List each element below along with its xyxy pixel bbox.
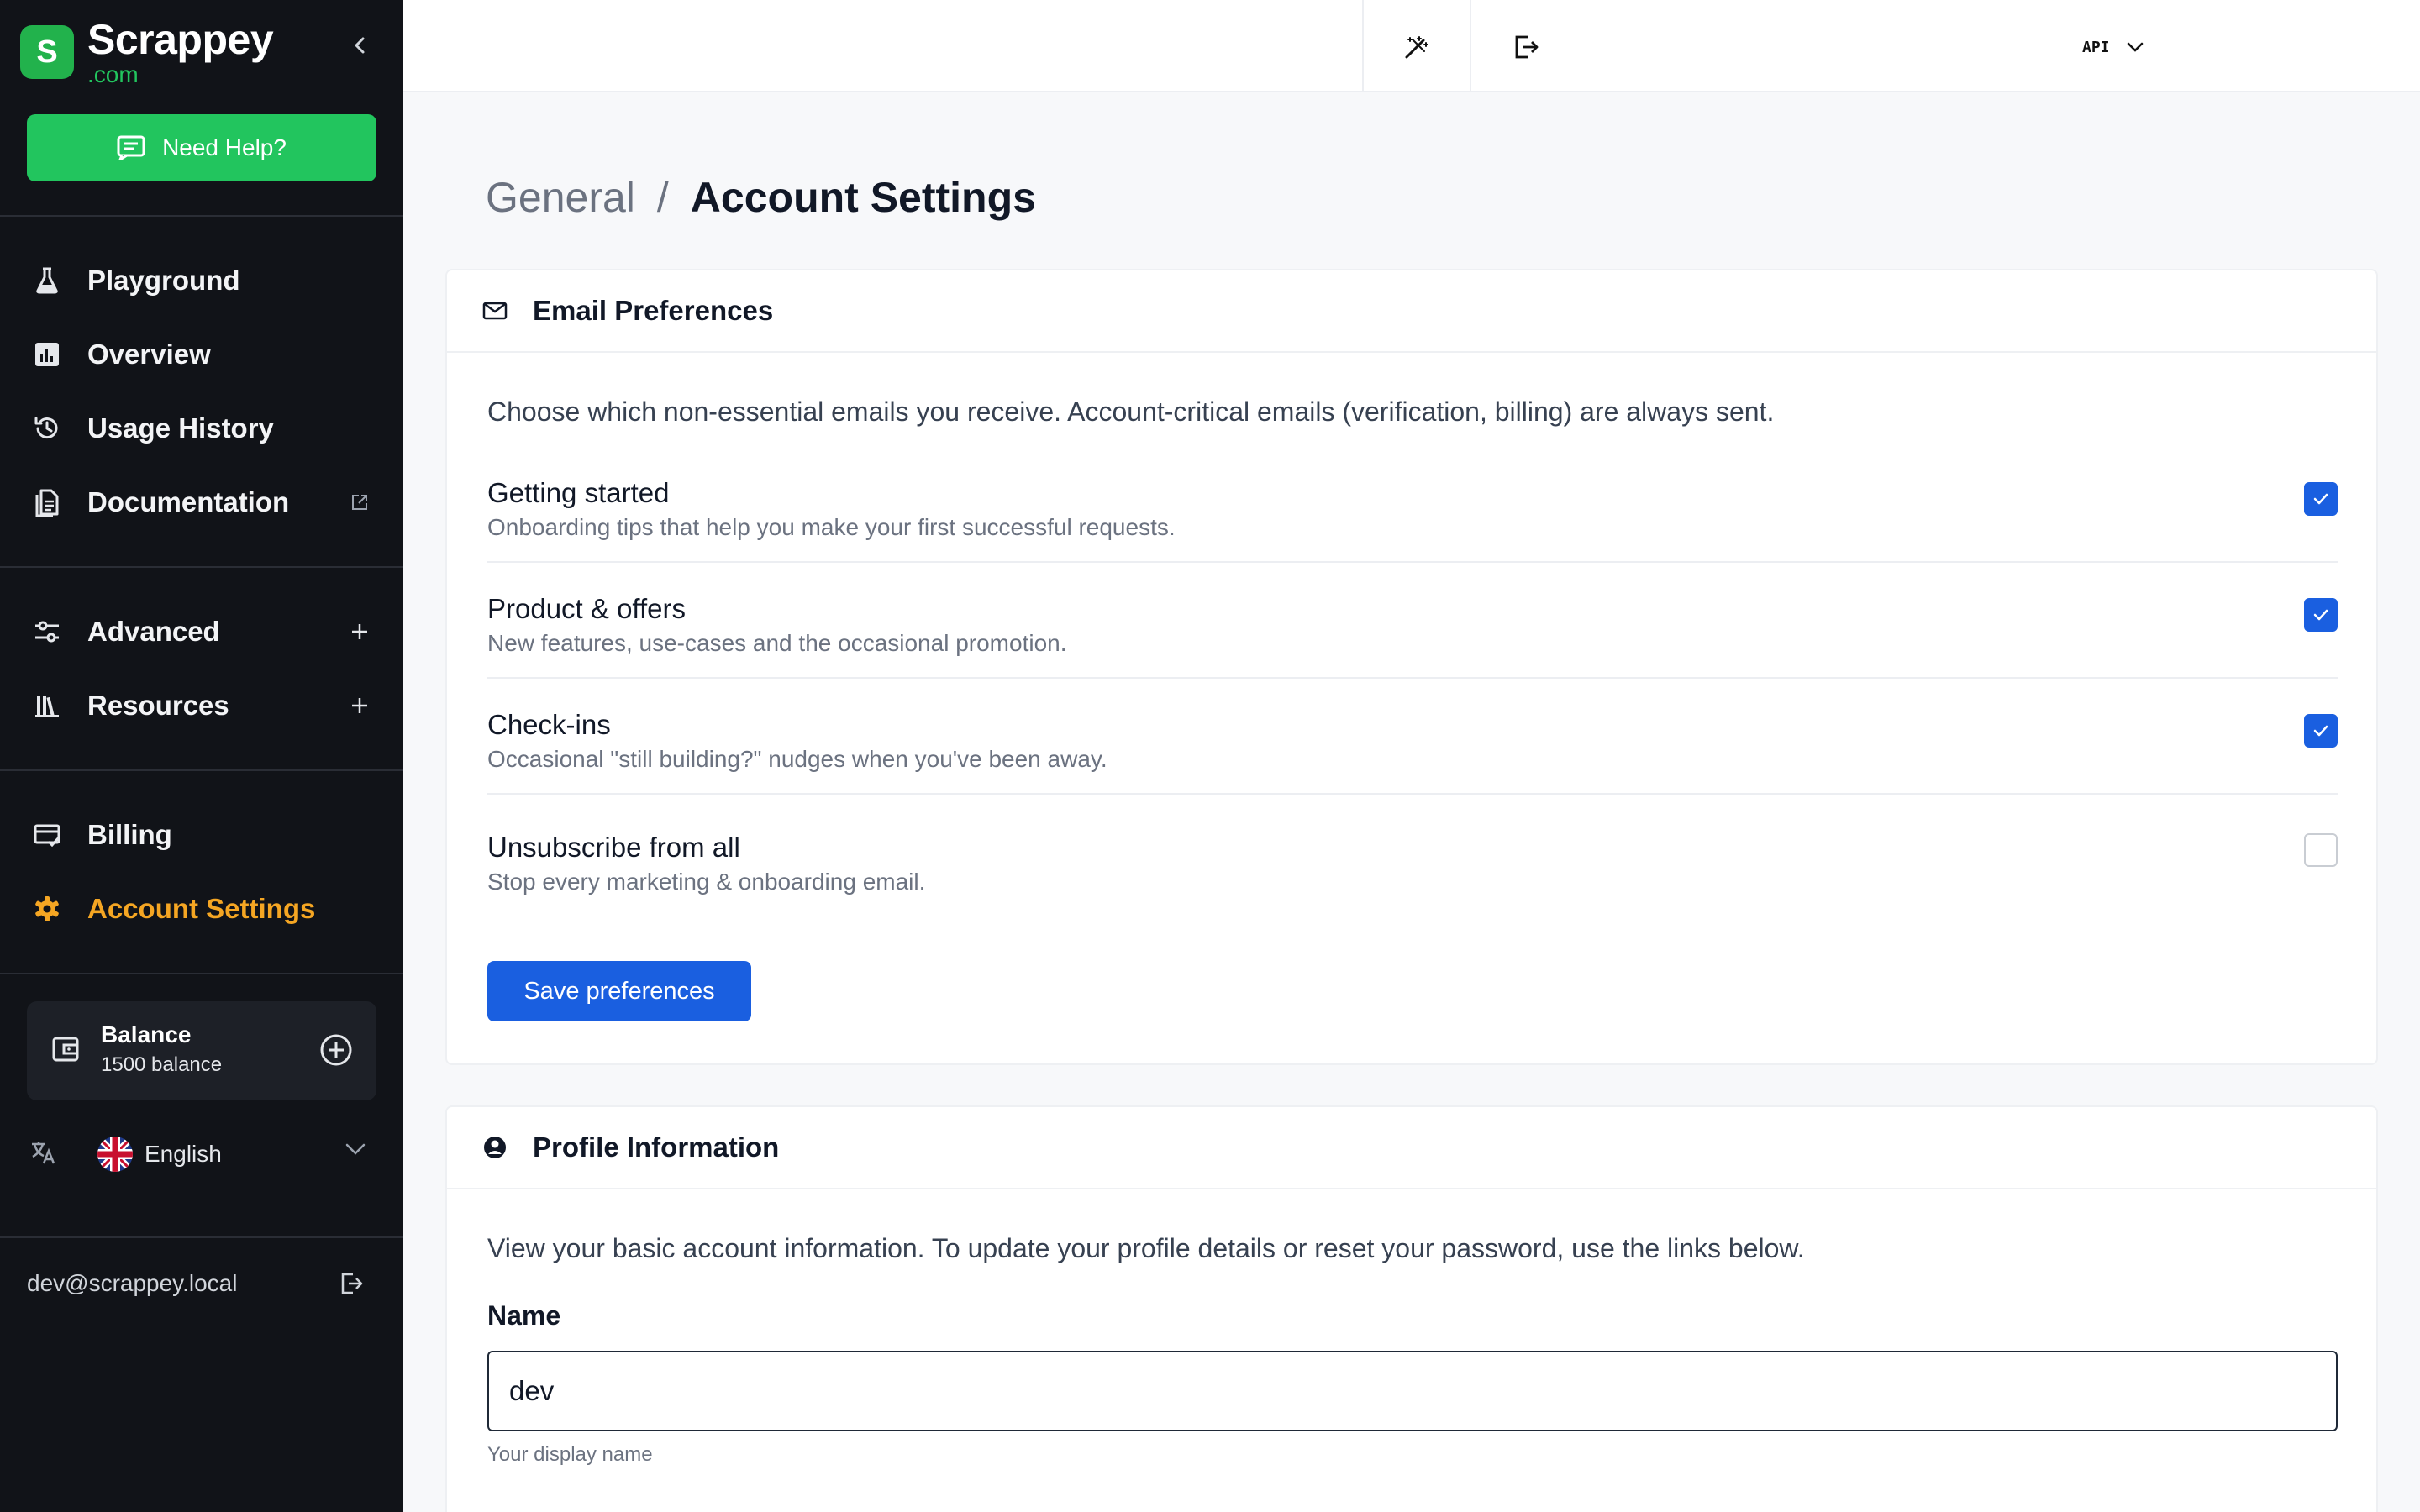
gear-icon (30, 892, 64, 926)
chart-icon (30, 338, 64, 371)
plus-icon[interactable] (345, 617, 375, 647)
sidebar-item-documentation[interactable]: Documentation (30, 479, 375, 526)
user-email: dev@scrappey.local (27, 1270, 238, 1296)
logout-top-button[interactable] (1509, 30, 1543, 64)
plus-icon[interactable] (345, 690, 375, 721)
brand[interactable]: S Scrappey .com (20, 16, 274, 89)
chevron-down-icon (345, 1142, 366, 1160)
pref-subtitle: Onboarding tips that help you make your … (487, 514, 1176, 540)
mail-icon (481, 297, 509, 325)
magic-wand-icon (1405, 36, 1428, 59)
name-label: Name (487, 1300, 561, 1331)
pref-row-getting-started: Getting started Onboarding tips that hel… (487, 447, 2338, 563)
pref-row-check-ins: Check-ins Occasional "still building?" n… (487, 679, 2338, 795)
unsubscribe-all-checkbox[interactable] (2304, 833, 2338, 867)
pref-title: Product & offers (487, 593, 687, 624)
sidebar-item-advanced[interactable]: Advanced (30, 608, 375, 655)
credit-card-icon (30, 818, 64, 852)
pref-row-product-offers: Product & offers New features, use-cases… (487, 563, 2338, 679)
page-title: Account Settings (690, 174, 1036, 221)
topbar-divider (1362, 0, 1364, 92)
save-preferences-button[interactable]: Save preferences (487, 961, 751, 1021)
logout-button[interactable] (339, 1272, 363, 1299)
sidebar-divider (0, 1236, 403, 1238)
library-icon (30, 689, 64, 722)
chevron-down-icon (2127, 42, 2143, 52)
flask-icon (30, 264, 64, 297)
card-header: Profile Information (447, 1107, 2376, 1189)
sidebar-item-overview[interactable]: Overview (30, 331, 375, 378)
profile-information-card: Profile Information View your basic acco… (445, 1105, 2378, 1512)
check-icon (2313, 725, 2328, 737)
pref-subtitle: New features, use-cases and the occasion… (487, 630, 1067, 656)
topbar: API (403, 0, 2420, 92)
logout-icon (341, 1273, 363, 1294)
history-icon (30, 412, 64, 445)
language-label: English (145, 1141, 222, 1167)
sidebar-item-usage-history[interactable]: Usage History (30, 405, 375, 452)
theme-toggle-button[interactable] (1400, 30, 1434, 64)
sidebar-divider (0, 769, 403, 771)
logout-icon (1515, 35, 1539, 59)
balance-amount: 1500 balance (101, 1053, 223, 1076)
breadcrumb-separator: / (656, 174, 669, 221)
check-icon (2313, 493, 2328, 505)
sidebar-divider (0, 973, 403, 974)
brand-domain: .com (87, 61, 139, 87)
brand-logo: S (20, 25, 74, 79)
api-selector[interactable]: API (2082, 32, 2144, 62)
need-help-button[interactable]: Need Help? (27, 114, 376, 181)
user-circle-icon (481, 1133, 509, 1162)
pref-title: Getting started (487, 477, 670, 508)
chevron-left-icon (355, 37, 365, 54)
product-offers-checkbox[interactable] (2304, 598, 2338, 632)
pref-subtitle: Stop every marketing & onboarding email. (487, 869, 926, 895)
name-input[interactable] (487, 1351, 2338, 1431)
card-title: Profile Information (533, 1131, 780, 1163)
breadcrumb-parent[interactable]: General (486, 173, 635, 222)
card-header: Email Preferences (447, 270, 2376, 353)
translate-icon (30, 1140, 57, 1169)
pref-row-unsubscribe-all: Unsubscribe from all Stop every marketin… (487, 801, 2338, 917)
sidebar-divider (0, 566, 403, 568)
external-link-icon (345, 487, 375, 517)
pref-title: Unsubscribe from all (487, 832, 740, 863)
uk-flag-icon (97, 1137, 133, 1172)
pref-subtitle: Occasional "still building?" nudges when… (487, 746, 1107, 772)
topbar-divider (1470, 0, 1471, 92)
balance-card[interactable]: Balance 1500 balance (27, 1001, 376, 1100)
language-selector[interactable]: English (30, 1132, 366, 1176)
need-help-label: Need Help? (162, 134, 287, 160)
api-label: API (2082, 38, 2110, 56)
chat-icon (117, 135, 145, 160)
card-title: Email Preferences (533, 295, 774, 326)
wallet-icon (52, 1035, 79, 1068)
getting-started-checkbox[interactable] (2304, 482, 2338, 516)
collapse-sidebar-button[interactable] (345, 30, 375, 60)
brand-name: Scrappey (87, 16, 274, 63)
add-balance-button[interactable] (318, 1032, 355, 1068)
check-ins-checkbox[interactable] (2304, 714, 2338, 748)
card-description: View your basic account information. To … (487, 1233, 1805, 1263)
email-preferences-card: Email Preferences Choose which non-essen… (445, 269, 2378, 1065)
document-icon (30, 486, 64, 519)
sidebar-divider (0, 215, 403, 217)
sidebar-item-playground[interactable]: Playground (30, 257, 375, 304)
name-hint: Your display name (487, 1443, 653, 1466)
sidebar: S Scrappey .com Need Help? Playground Ov… (0, 0, 403, 1512)
sidebar-item-billing[interactable]: Billing (30, 811, 375, 858)
pref-title: Check-ins (487, 709, 611, 740)
balance-title: Balance (101, 1021, 192, 1047)
sidebar-item-resources[interactable]: Resources (30, 682, 375, 729)
sidebar-item-account-settings[interactable]: Account Settings (30, 885, 375, 932)
breadcrumb: General / Account Settings (486, 173, 1036, 222)
plus-circle-icon (320, 1034, 352, 1066)
card-description: Choose which non-essential emails you re… (487, 396, 1775, 427)
check-icon (2313, 609, 2328, 621)
sliders-icon (30, 615, 64, 648)
